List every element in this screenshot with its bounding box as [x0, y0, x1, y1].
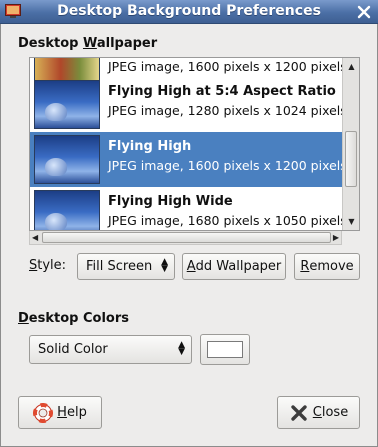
style-value: Fill Screen: [86, 259, 153, 274]
wallpaper-subtitle: JPEG image, 1280 pixels x 1024 pixels: [108, 103, 343, 118]
close-x-icon: [291, 404, 307, 421]
list-item[interactable]: Flying High Wide JPEG image, 1680 pixels…: [30, 187, 343, 230]
wallpaper-title: Flying High Wide: [108, 194, 233, 209]
wallpaper-thumbnail: [34, 135, 100, 184]
colors-heading: Desktop Colors: [18, 311, 129, 326]
title-bar: Desktop Background Preferences: [0, 0, 378, 24]
scroll-right-icon[interactable]: ▶: [333, 232, 339, 243]
wallpaper-subtitle: JPEG image, 1600 pixels x 1200 pixels: [108, 59, 343, 74]
style-combo[interactable]: Fill Screen ▲ ▼: [77, 253, 175, 280]
scroll-down-icon[interactable]: ▼: [346, 216, 357, 227]
help-button[interactable]: Help: [18, 396, 102, 429]
spinner-arrows-icon: ▲ ▼: [178, 340, 185, 357]
scroll-up-icon[interactable]: ▲: [346, 61, 357, 72]
style-label: Style:: [29, 258, 67, 273]
list-item[interactable]: Flying High at 5:4 Aspect Ratio JPEG ima…: [30, 77, 343, 132]
close-button[interactable]: Close: [277, 396, 360, 429]
wallpaper-title: Flying High at 5:4 Aspect Ratio: [108, 84, 336, 99]
remove-button[interactable]: Remove: [294, 253, 360, 280]
wallpaper-subtitle: JPEG image, 1600 pixels x 1200 pixels: [108, 158, 343, 173]
color-swatch: [207, 341, 243, 358]
list-item-selected[interactable]: Flying High JPEG image, 1600 pixels x 12…: [30, 132, 343, 187]
add-wallpaper-button[interactable]: Add Wallpaper: [182, 253, 286, 280]
horizontal-scroll-thumb[interactable]: [42, 232, 331, 243]
wallpaper-title: Flying High: [108, 139, 192, 154]
horizontal-scrollbar[interactable]: ◀ ▶: [29, 231, 342, 245]
vertical-scroll-thumb[interactable]: [345, 131, 357, 187]
wallpaper-thumbnail: [34, 80, 100, 129]
wallpaper-list[interactable]: JPEG image, 1600 pixels x 1200 pixels Fl…: [29, 57, 360, 231]
wallpaper-thumbnail: [34, 190, 100, 230]
wallpaper-heading: Desktop Wallpaper: [18, 36, 158, 51]
scroll-left-icon[interactable]: ◀: [32, 232, 38, 243]
color-mode-value: Solid Color: [38, 342, 108, 357]
lifebuoy-icon: [33, 402, 54, 423]
color-picker-button[interactable]: [200, 334, 250, 365]
color-mode-combo[interactable]: Solid Color ▲ ▼: [29, 335, 192, 364]
vertical-scrollbar[interactable]: ▲ ▼: [342, 58, 359, 230]
close-icon[interactable]: [356, 4, 372, 20]
spinner-arrows-icon: ▲ ▼: [161, 257, 168, 274]
wallpaper-subtitle: JPEG image, 1680 pixels x 1050 pixels: [108, 213, 343, 228]
window-title: Desktop Background Preferences: [57, 3, 321, 19]
